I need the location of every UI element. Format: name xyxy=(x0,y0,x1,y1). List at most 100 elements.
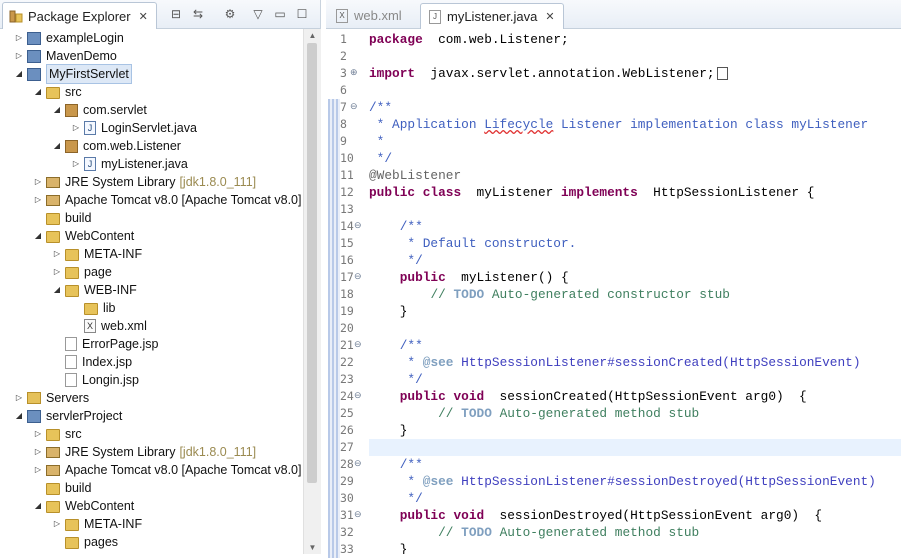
tree-item[interactable]: ErrorPage.jsp xyxy=(52,335,158,353)
fold-expand-icon[interactable]: ⊕ xyxy=(350,67,358,78)
close-tab-icon[interactable]: ✕ xyxy=(545,10,554,23)
tree-item[interactable]: ▷ JRE System Library [jdk1.8.0_111] xyxy=(33,443,256,461)
expanded-arrow-icon[interactable]: ◢ xyxy=(33,497,43,515)
minimize-icon[interactable]: ▭ xyxy=(272,6,288,22)
collapsed-arrow-icon[interactable]: ▷ xyxy=(33,443,43,461)
code-line[interactable]: public class myListener implements HttpS… xyxy=(369,184,814,201)
tree-item[interactable]: Index.jsp xyxy=(52,353,132,371)
tree-item[interactable]: ▷ JRE System Library [jdk1.8.0_111] xyxy=(33,173,256,191)
code-line[interactable]: public myListener() { xyxy=(369,269,569,286)
collapsed-arrow-icon[interactable]: ▷ xyxy=(71,155,81,173)
code-line[interactable]: public void sessionCreated(HttpSessionEv… xyxy=(369,388,807,405)
maximize-icon[interactable]: ☐ xyxy=(294,6,310,22)
fold-collapse-icon[interactable]: ⊖ xyxy=(354,458,362,469)
tree-item[interactable]: Longin.jsp xyxy=(52,371,139,389)
expanded-arrow-icon[interactable]: ◢ xyxy=(14,407,24,425)
collapsed-arrow-icon[interactable]: ▷ xyxy=(14,389,24,407)
code-line[interactable]: import javax.servlet.annotation.WebListe… xyxy=(369,65,728,82)
tree-item[interactable]: build xyxy=(33,479,91,497)
folded-imports-icon[interactable] xyxy=(716,67,728,81)
tree-item[interactable]: ▷ page xyxy=(52,263,112,281)
code-line[interactable]: */ xyxy=(369,252,422,269)
collapsed-arrow-icon[interactable]: ▷ xyxy=(52,245,62,263)
tree-item[interactable]: ▷ exampleLogin xyxy=(14,29,124,47)
code-line[interactable]: */ xyxy=(369,371,422,388)
code-line[interactable]: /** xyxy=(369,456,423,473)
tree-item[interactable]: ◢ com.web.Listener xyxy=(52,137,181,155)
code-line[interactable] xyxy=(369,439,901,456)
code-line[interactable]: /** xyxy=(369,218,423,235)
collapsed-arrow-icon[interactable]: ▷ xyxy=(33,461,43,479)
package-explorer-tab[interactable]: Package Explorer ✕ xyxy=(2,2,157,29)
project-tree[interactable]: ▷ exampleLogin ▷ MavenDemo ◢ MyFirstServlet ◢ s… xyxy=(0,29,303,554)
code-line[interactable]: * @see HttpSessionListener#sessionCreate… xyxy=(369,354,860,371)
tree-item[interactable]: ◢ WebContent xyxy=(33,497,134,515)
collapsed-arrow-icon[interactable]: ▷ xyxy=(14,29,24,47)
tree-item[interactable]: ◢ com.servlet xyxy=(52,101,147,119)
code-line[interactable]: /** xyxy=(369,99,392,116)
code-line[interactable]: @WebListener xyxy=(369,167,461,184)
collapsed-arrow-icon[interactable]: ▷ xyxy=(33,173,43,191)
close-icon[interactable]: ✕ xyxy=(139,10,148,23)
code-line[interactable]: /** xyxy=(369,337,423,354)
expanded-arrow-icon[interactable]: ◢ xyxy=(52,281,62,299)
expanded-arrow-icon[interactable]: ◢ xyxy=(14,65,24,83)
collapse-all-icon[interactable]: ⊟ xyxy=(168,6,184,22)
view-menu-icon[interactable]: ▽ xyxy=(250,6,266,22)
tree-item[interactable]: lib xyxy=(71,299,116,317)
code-line[interactable]: * @see HttpSessionListener#sessionDestro… xyxy=(369,473,875,490)
tree-item[interactable]: ◢ servlerProject xyxy=(14,407,123,425)
tree-item[interactable]: ▷ Apache Tomcat v8.0 [Apache Tomcat v8.0] xyxy=(33,191,302,209)
focus-icon[interactable]: ⚙ xyxy=(222,6,238,22)
tree-item[interactable]: ▷ JmyListener.java xyxy=(71,155,188,173)
code-line[interactable]: } xyxy=(369,422,408,439)
tree-item[interactable]: ▷ MavenDemo xyxy=(14,47,117,65)
code-line[interactable]: } xyxy=(369,303,408,320)
collapsed-arrow-icon[interactable]: ▷ xyxy=(14,47,24,65)
code-line[interactable]: // TODO Auto-generated constructor stub xyxy=(369,286,730,303)
code-line[interactable]: * Default constructor. xyxy=(369,235,576,252)
tree-item[interactable]: ▷ META-INF xyxy=(52,515,142,533)
expanded-arrow-icon[interactable]: ◢ xyxy=(33,227,43,245)
editor-tab[interactable]: JmyListener.java ✕ xyxy=(420,3,564,29)
code-line[interactable]: */ xyxy=(369,490,422,507)
collapsed-arrow-icon[interactable]: ▷ xyxy=(52,515,62,533)
scrollbar-thumb[interactable] xyxy=(307,43,317,483)
tree-item[interactable]: build xyxy=(33,209,91,227)
tree-item[interactable]: ◢ WEB-INF xyxy=(52,281,137,299)
code-line[interactable]: public void sessionDestroyed(HttpSession… xyxy=(369,507,822,524)
collapsed-arrow-icon[interactable]: ▷ xyxy=(52,263,62,281)
tree-item[interactable]: ◢ MyFirstServlet xyxy=(14,64,132,84)
tree-item[interactable]: ▷ Servers xyxy=(14,389,89,407)
collapsed-arrow-icon[interactable]: ▷ xyxy=(33,191,43,209)
tree-item[interactable]: pages xyxy=(52,533,118,551)
fold-collapse-icon[interactable]: ⊖ xyxy=(354,339,362,350)
expanded-arrow-icon[interactable]: ◢ xyxy=(33,83,43,101)
tree-item[interactable]: Xweb.xml xyxy=(71,317,147,335)
tree-item[interactable]: ▷ J LoginServlet.java xyxy=(71,119,197,137)
fold-collapse-icon[interactable]: ⊖ xyxy=(354,271,362,282)
fold-collapse-icon[interactable]: ⊖ xyxy=(354,390,362,401)
fold-collapse-icon[interactable]: ⊖ xyxy=(354,220,362,231)
collapsed-arrow-icon[interactable]: ▷ xyxy=(33,425,43,443)
code-line[interactable]: // TODO Auto-generated method stub xyxy=(369,524,699,541)
tree-item[interactable]: ◢ WebContent xyxy=(33,227,134,245)
scroll-up-icon[interactable]: ▲ xyxy=(308,31,317,40)
tree-item[interactable]: ▷ META-INF xyxy=(52,245,142,263)
code-line[interactable]: } xyxy=(369,541,408,554)
code-line[interactable]: * xyxy=(369,133,385,150)
expanded-arrow-icon[interactable]: ◢ xyxy=(52,137,62,155)
expanded-arrow-icon[interactable]: ◢ xyxy=(52,101,62,119)
code-line[interactable]: * Application Lifecycle Listener impleme… xyxy=(369,116,869,133)
code-line[interactable]: // TODO Auto-generated method stub xyxy=(369,405,699,422)
scroll-down-icon[interactable]: ▼ xyxy=(308,543,317,552)
fold-collapse-icon[interactable]: ⊖ xyxy=(350,101,358,112)
tree-item[interactable]: ◢ src xyxy=(33,83,82,101)
code-line[interactable]: package com.web.Listener; xyxy=(369,31,569,48)
code-line[interactable]: */ xyxy=(369,150,392,167)
tree-scrollbar[interactable]: ▲ ▼ xyxy=(303,29,321,554)
tree-item[interactable]: ▷ src xyxy=(33,425,82,443)
fold-collapse-icon[interactable]: ⊖ xyxy=(354,509,362,520)
editor-tab[interactable]: Xweb.xml xyxy=(328,3,410,28)
tree-item[interactable]: ▷ Apache Tomcat v8.0 [Apache Tomcat v8.0] xyxy=(33,461,302,479)
